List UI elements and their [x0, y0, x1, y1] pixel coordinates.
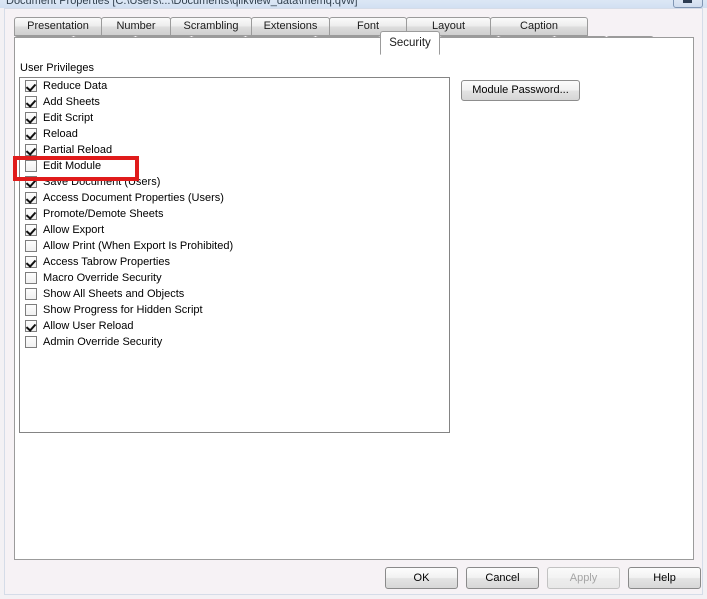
- privilege-row[interactable]: Reload: [20, 126, 449, 142]
- window-restore-icon[interactable]: [673, 0, 703, 8]
- privilege-label: Reload: [43, 127, 78, 140]
- module-password-button[interactable]: Module Password...: [461, 80, 580, 101]
- dialog-footer: OK Cancel Apply Help: [14, 561, 701, 593]
- checkbox-icon[interactable]: [25, 320, 37, 332]
- privilege-row[interactable]: Add Sheets: [20, 94, 449, 110]
- privilege-row[interactable]: Access Document Properties (Users): [20, 190, 449, 206]
- privilege-row[interactable]: Edit Module: [20, 158, 449, 174]
- privilege-label: Show All Sheets and Objects: [43, 287, 185, 300]
- tab-scrambling[interactable]: Scrambling: [170, 17, 252, 36]
- cancel-button[interactable]: Cancel: [466, 567, 539, 589]
- privilege-label: Save Document (Users): [43, 175, 161, 188]
- privilege-label: Promote/Demote Sheets: [43, 207, 164, 220]
- title-bar: Document Properties [C:\Users\...\Docume…: [0, 0, 707, 8]
- checkbox-icon[interactable]: [25, 176, 37, 188]
- document-properties-window: Document Properties [C:\Users\...\Docume…: [0, 0, 707, 599]
- privilege-label: Partial Reload: [43, 143, 113, 156]
- checkbox-icon[interactable]: [25, 256, 37, 268]
- privilege-label: Reduce Data: [43, 79, 108, 92]
- checkbox-icon[interactable]: [25, 96, 37, 108]
- tab-presentation[interactable]: Presentation: [14, 17, 102, 36]
- privilege-row[interactable]: Allow Export: [20, 222, 449, 238]
- checkbox-icon[interactable]: [25, 288, 37, 300]
- tab-caption[interactable]: Caption: [490, 17, 588, 36]
- checkbox-icon[interactable]: [25, 336, 37, 348]
- user-privileges-list[interactable]: Reduce Data Add Sheets Edit Script Reload Pa…: [19, 77, 450, 433]
- privilege-row[interactable]: Allow User Reload: [20, 318, 449, 334]
- tab-extensions[interactable]: Extensions: [251, 17, 330, 36]
- privilege-row[interactable]: Allow Print (When Export Is Prohibited): [20, 238, 449, 254]
- privilege-row[interactable]: Reduce Data: [20, 78, 449, 94]
- privilege-row[interactable]: Show Progress for Hidden Script: [20, 302, 449, 318]
- privilege-row[interactable]: Access Tabrow Properties: [20, 254, 449, 270]
- checkbox-icon[interactable]: [25, 128, 37, 140]
- checkbox-icon[interactable]: [25, 240, 37, 252]
- user-privileges-label: User Privileges: [20, 62, 94, 74]
- privilege-row[interactable]: Edit Script: [20, 110, 449, 126]
- privilege-label: Edit Module: [43, 159, 102, 172]
- privilege-row[interactable]: Show All Sheets and Objects: [20, 286, 449, 302]
- window-restore-glyph: [683, 0, 692, 3]
- privilege-label: Allow Print (When Export Is Prohibited): [43, 239, 234, 252]
- window-title: Document Properties [C:\Users\...\Docume…: [6, 0, 358, 7]
- privilege-row[interactable]: Save Document (Users): [20, 174, 449, 190]
- privilege-row[interactable]: Admin Override Security: [20, 334, 449, 350]
- checkbox-icon[interactable]: [25, 80, 37, 92]
- privilege-label: Access Tabrow Properties: [43, 255, 170, 268]
- checkbox-icon[interactable]: [25, 160, 37, 172]
- privilege-label: Show Progress for Hidden Script: [43, 303, 203, 316]
- ok-button[interactable]: OK: [385, 567, 458, 589]
- apply-button[interactable]: Apply: [547, 567, 620, 589]
- privilege-row[interactable]: Partial Reload: [20, 142, 449, 158]
- tab-number[interactable]: Number: [101, 17, 171, 36]
- help-button[interactable]: Help: [628, 567, 701, 589]
- privilege-label: Add Sheets: [43, 95, 100, 108]
- checkbox-icon[interactable]: [25, 192, 37, 204]
- privilege-row[interactable]: Macro Override Security: [20, 270, 449, 286]
- tab-security[interactable]: Security: [380, 31, 440, 55]
- privilege-label: Edit Script: [43, 111, 94, 124]
- checkbox-icon[interactable]: [25, 224, 37, 236]
- tab-row-top: Presentation Number Scrambling Extensions Fo…: [14, 17, 588, 36]
- checkbox-icon[interactable]: [25, 144, 37, 156]
- privilege-row[interactable]: Promote/Demote Sheets: [20, 206, 449, 222]
- checkbox-icon[interactable]: [25, 272, 37, 284]
- privilege-label: Admin Override Security: [43, 335, 163, 348]
- privilege-label: Allow User Reload: [43, 319, 134, 332]
- privilege-label: Allow Export: [43, 223, 105, 236]
- checkbox-icon[interactable]: [25, 208, 37, 220]
- checkbox-icon[interactable]: [25, 304, 37, 316]
- checkbox-icon[interactable]: [25, 112, 37, 124]
- privilege-label: Macro Override Security: [43, 271, 162, 284]
- privilege-label: Access Document Properties (Users): [43, 191, 224, 204]
